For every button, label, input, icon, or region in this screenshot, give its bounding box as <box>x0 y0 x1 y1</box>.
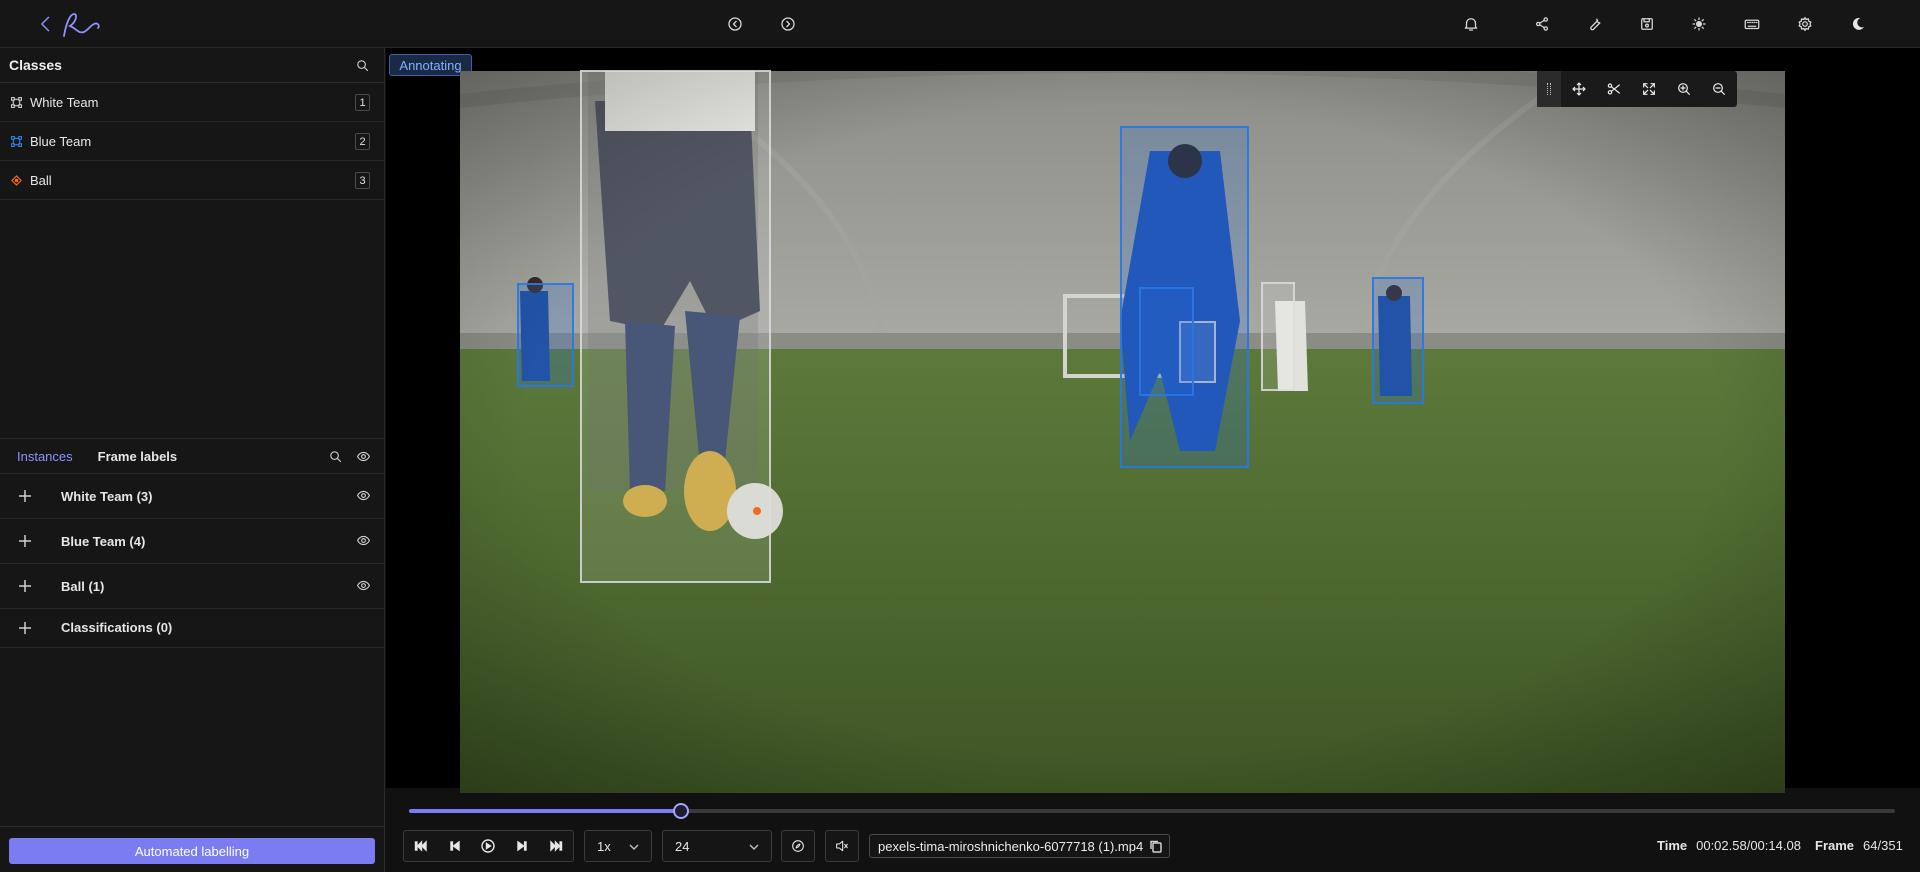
chevron-down-icon <box>749 840 759 851</box>
timeline-progress <box>409 809 681 813</box>
instance-group-white-team[interactable]: White Team (3) <box>0 474 385 519</box>
share-icon[interactable] <box>1530 12 1554 36</box>
bell-icon[interactable] <box>1459 12 1483 36</box>
compass-icon <box>792 840 804 852</box>
eye-icon[interactable] <box>356 488 371 506</box>
mute-button[interactable] <box>825 830 859 862</box>
playback-controls <box>403 830 574 862</box>
playback-speed-select[interactable]: 1x <box>584 830 652 862</box>
bbox-blue-team[interactable] <box>517 283 574 387</box>
chevron-down-icon <box>629 840 639 851</box>
class-name: White Team <box>30 94 99 110</box>
timeline-scrubber[interactable] <box>409 803 1895 819</box>
bbox-white-team[interactable] <box>580 70 771 583</box>
tab-instances[interactable]: Instances <box>0 449 73 464</box>
scissors-icon[interactable] <box>1596 71 1631 107</box>
bbox-white-team[interactable] <box>1261 282 1295 391</box>
video-filename: pexels-tima-miroshnichenko-6077718 (1).m… <box>869 834 1171 858</box>
timeline-handle[interactable] <box>672 803 689 819</box>
instance-group-label: Classifications (0) <box>61 620 173 635</box>
playback-speed-value: 1x <box>597 838 611 854</box>
class-hotkey: 1 <box>355 94 370 111</box>
tab-frame-labels[interactable]: Frame labels <box>73 449 178 464</box>
move-icon[interactable] <box>1561 71 1596 107</box>
speaker-off-icon <box>836 840 848 852</box>
fps-select[interactable]: 24 <box>662 830 772 862</box>
time-label: Time <box>1657 838 1688 853</box>
previous-frame-icon[interactable] <box>438 831 472 861</box>
class-hotkey: 2 <box>355 133 370 150</box>
fit-screen-icon[interactable] <box>1631 71 1666 107</box>
keypoint-ball[interactable] <box>753 507 761 515</box>
expand-icon[interactable] <box>18 621 32 635</box>
moon-icon[interactable] <box>1846 12 1870 36</box>
instance-group-classifications[interactable]: Classifications (0) <box>0 608 385 648</box>
instance-group-blue-team[interactable]: Blue Team (4) <box>0 519 385 564</box>
expand-icon[interactable] <box>18 489 32 503</box>
expand-icon[interactable] <box>18 534 32 548</box>
skip-to-end-icon[interactable] <box>539 831 573 861</box>
app-logo <box>58 8 124 40</box>
frame-value: 64/351 <box>1863 838 1903 853</box>
instance-group-ball[interactable]: Ball (1) <box>0 564 385 609</box>
zoom-out-icon[interactable] <box>1701 71 1736 107</box>
skip-to-start-icon[interactable] <box>404 831 438 861</box>
instance-group-label: Ball (1) <box>61 578 105 594</box>
eye-icon[interactable] <box>356 578 371 596</box>
class-item-blue-team[interactable]: Blue Team 2 <box>0 122 384 161</box>
eye-icon[interactable] <box>356 533 371 551</box>
frame-readout: Frame 64/351 <box>1815 838 1903 853</box>
instances-tabs: Instances Frame labels <box>0 438 385 474</box>
top-bar <box>0 0 1920 48</box>
video-filename-text: pexels-tima-miroshnichenko-6077718 (1).m… <box>878 838 1144 854</box>
search-icon[interactable] <box>355 58 370 76</box>
instance-group-label: White Team (3) <box>61 488 153 504</box>
class-hotkey: 3 <box>355 172 370 189</box>
history-back-icon[interactable] <box>723 12 747 36</box>
drag-handle[interactable] <box>1537 71 1561 107</box>
history-forward-icon[interactable] <box>776 12 800 36</box>
time-value: 00:02.58/00:14.08 <box>1696 838 1801 853</box>
class-item-ball[interactable]: Ball 3 <box>0 161 384 200</box>
zoom-in-icon[interactable] <box>1666 71 1701 107</box>
instance-group-label: Blue Team (4) <box>61 533 146 549</box>
class-name: Blue Team <box>30 133 92 149</box>
divider <box>0 826 385 827</box>
back-icon[interactable] <box>34 12 58 36</box>
brightness-icon[interactable] <box>1687 12 1711 36</box>
left-panel: Classes White Team 1 Blue Team 2 Ball 3 … <box>0 48 385 872</box>
canvas-toolbox <box>1537 71 1737 107</box>
gear-icon[interactable] <box>1793 12 1817 36</box>
bbox-blue-team[interactable] <box>1372 277 1424 404</box>
keyboard-icon[interactable] <box>1740 12 1764 36</box>
classes-header: Classes <box>0 48 384 83</box>
bbox-icon <box>10 96 22 108</box>
classes-title: Classes <box>9 57 62 73</box>
next-frame-icon[interactable] <box>505 831 539 861</box>
automated-labelling-button[interactable]: Automated labelling <box>9 838 375 864</box>
frame-label: Frame <box>1815 838 1855 853</box>
compass-button[interactable] <box>781 830 815 862</box>
class-item-white-team[interactable]: White Team 1 <box>0 83 384 122</box>
bbox-icon <box>10 135 22 147</box>
class-name: Ball <box>30 172 52 188</box>
play-icon[interactable] <box>472 831 506 861</box>
expand-icon[interactable] <box>18 579 32 593</box>
bbox-blue-team[interactable] <box>1139 287 1194 396</box>
copy-icon[interactable] <box>1150 840 1162 853</box>
search-icon[interactable] <box>328 449 343 467</box>
save-icon[interactable] <box>1635 12 1659 36</box>
fps-value: 24 <box>675 838 690 854</box>
keypoint-icon <box>10 174 22 186</box>
eye-icon[interactable] <box>356 449 371 467</box>
time-readout: Time 00:02.58/00:14.08 <box>1657 838 1801 853</box>
wrench-icon[interactable] <box>1583 12 1607 36</box>
